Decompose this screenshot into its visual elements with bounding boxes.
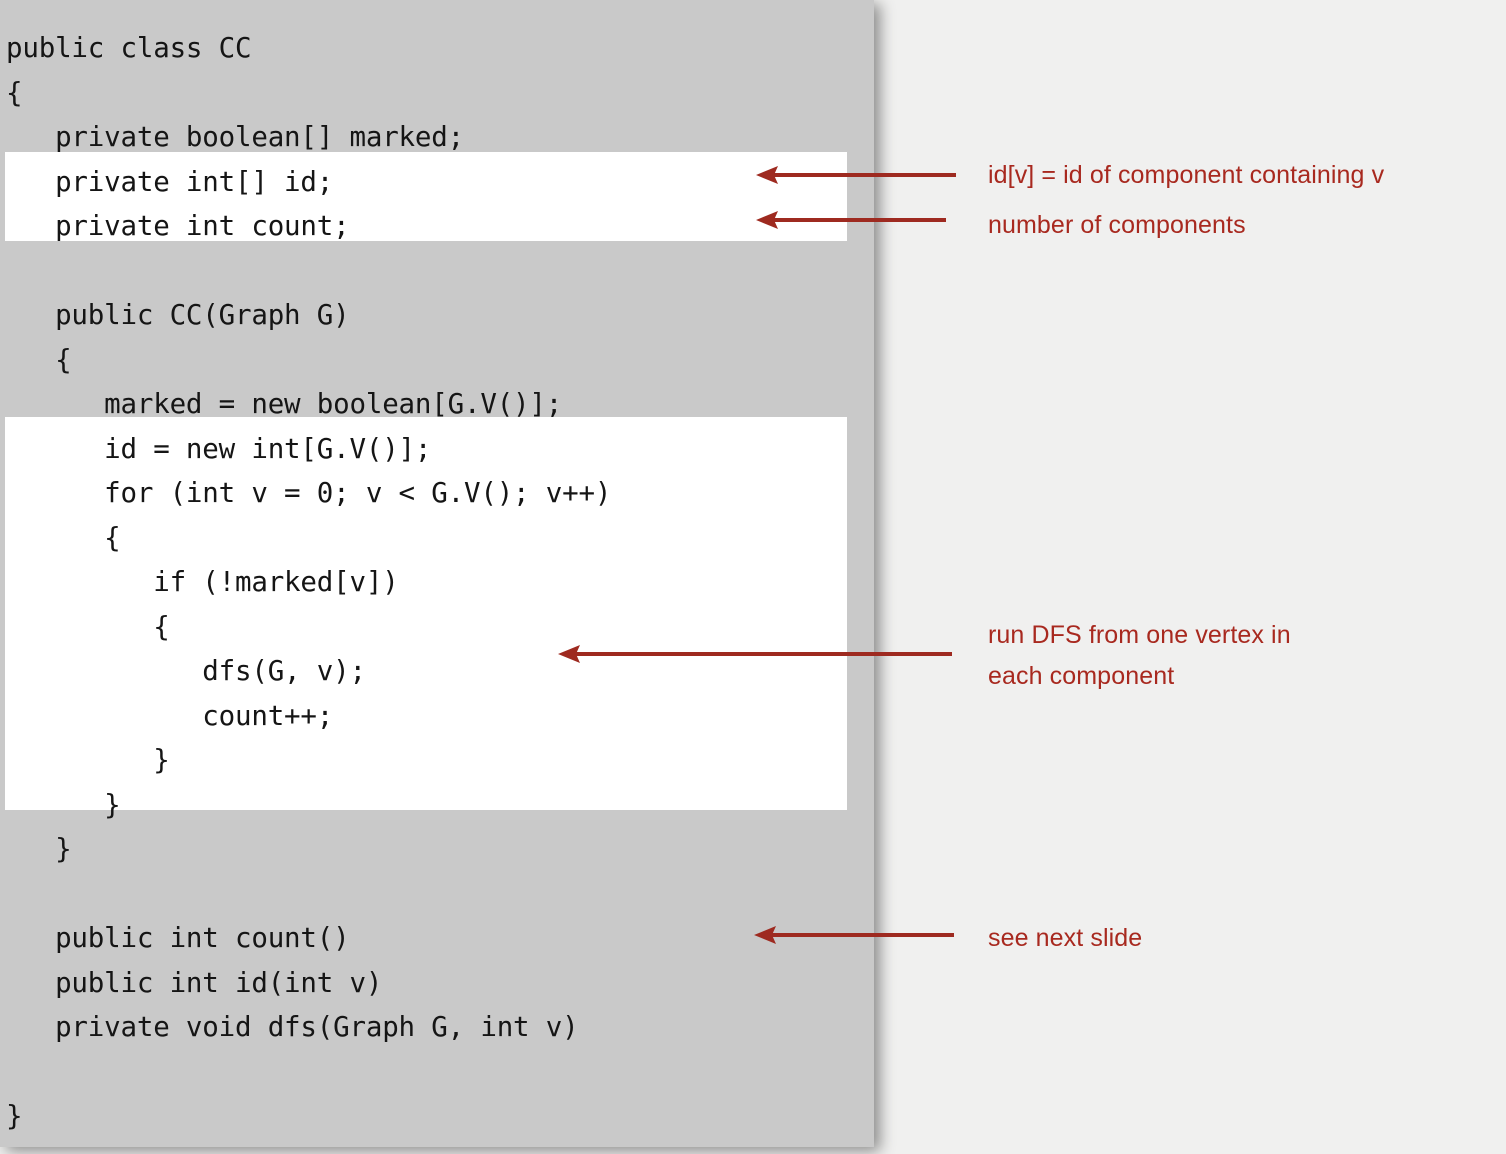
arrow-to-count-field	[756, 209, 946, 231]
count-annotation: number of components	[988, 211, 1246, 239]
arrow-to-id-field	[756, 164, 956, 186]
arrow-to-method-stubs	[754, 924, 954, 946]
dfs-annotation: run DFS from one vertex in each componen…	[988, 621, 1291, 690]
java-code-listing: public class CC { private boolean[] mark…	[6, 32, 612, 1132]
arrow-to-dfs-call	[558, 643, 952, 665]
id-annotation: id[v] = id of component containing v	[988, 161, 1385, 189]
next-slide-annotation: see next slide	[988, 924, 1143, 952]
